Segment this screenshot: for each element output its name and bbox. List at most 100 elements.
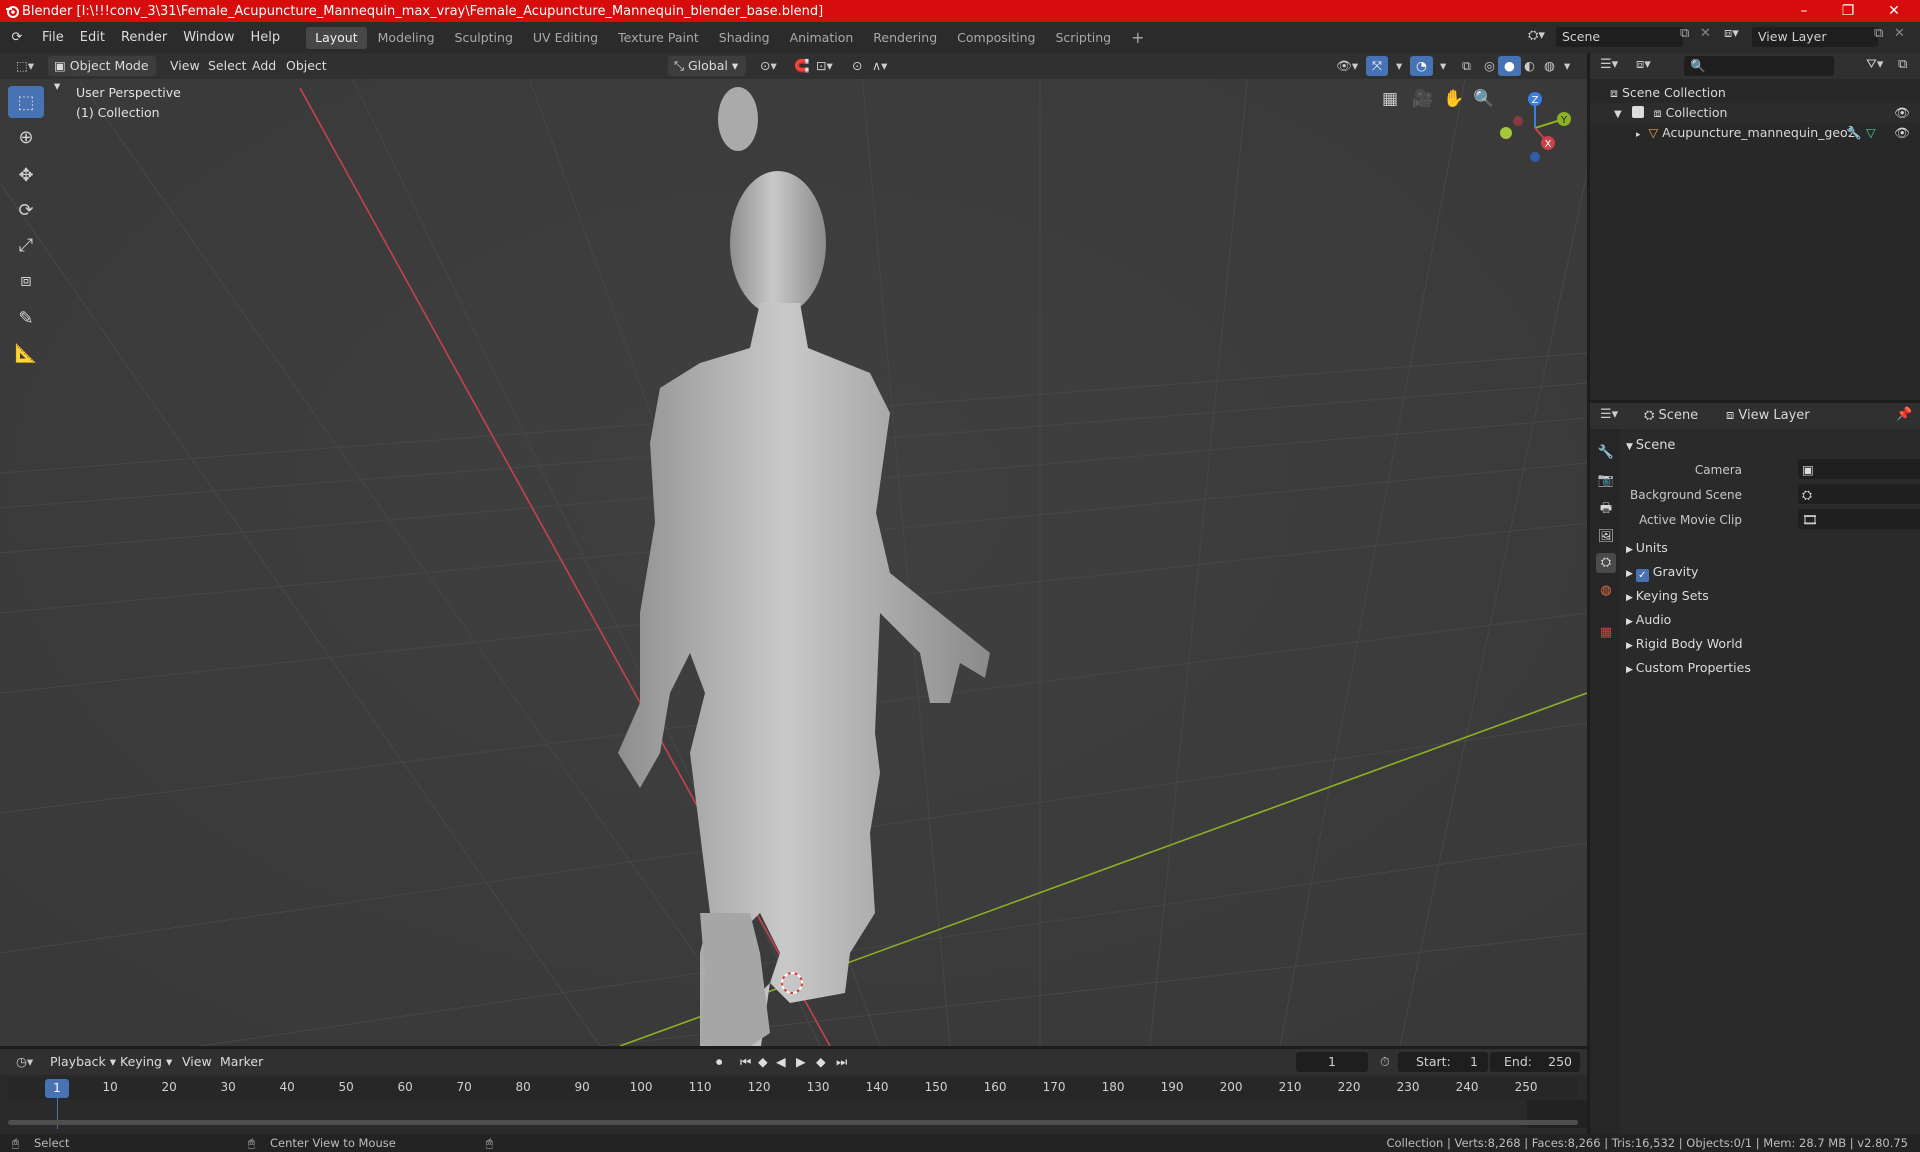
tab-compositing[interactable]: Compositing bbox=[948, 27, 1044, 49]
background-scene-field[interactable]: ⛭ bbox=[1798, 484, 1920, 504]
play-reverse-icon[interactable]: ◀ bbox=[770, 1052, 792, 1072]
cursor-tool-icon[interactable]: ⊕ bbox=[8, 121, 44, 153]
delete-view-layer-icon[interactable]: ✕ bbox=[1894, 26, 1905, 41]
shading-dropdown-icon[interactable]: ▾ bbox=[1558, 56, 1576, 76]
rigid-body-world-subpanel[interactable]: ▶ Rigid Body World bbox=[1620, 633, 1910, 655]
custom-properties-subpanel[interactable]: ▶ Custom Properties bbox=[1620, 657, 1910, 679]
scale-tool-icon[interactable]: ⤢ bbox=[8, 229, 44, 261]
timeline-scrollbar[interactable] bbox=[8, 1120, 1578, 1125]
menu-file[interactable]: File bbox=[34, 22, 72, 53]
new-view-layer-icon[interactable]: ⧉ bbox=[1874, 26, 1883, 41]
tab-uv-editing[interactable]: UV Editing bbox=[524, 27, 607, 49]
minimize-button[interactable]: – bbox=[1782, 0, 1826, 22]
visibility-selectability-icon[interactable]: 👁▾ bbox=[1330, 56, 1364, 76]
menu-help[interactable]: Help bbox=[243, 22, 289, 53]
tool-settings-tab-icon[interactable]: 🔧 bbox=[1596, 443, 1616, 463]
measure-tool-icon[interactable]: 📐 bbox=[8, 337, 44, 369]
pan-view-icon[interactable]: ✋ bbox=[1443, 89, 1464, 109]
blender-menu-icon[interactable]: ⟳ bbox=[0, 30, 34, 45]
tab-sculpting[interactable]: Sculpting bbox=[446, 27, 522, 49]
scene-panel-header[interactable]: ▼ Scene bbox=[1620, 435, 1910, 457]
navigation-gizmo[interactable]: Z Y X bbox=[1490, 83, 1580, 173]
jump-next-keyframe-icon[interactable]: ◆ bbox=[810, 1052, 832, 1072]
select-box-tool-icon[interactable]: ⬚ bbox=[8, 86, 44, 118]
overlays-dropdown-icon[interactable]: ▾ bbox=[1434, 56, 1452, 76]
menu-playback[interactable]: Playback ▾ bbox=[44, 1052, 122, 1072]
overlays-toggle-icon[interactable]: ◔ bbox=[1410, 56, 1433, 76]
current-frame-field[interactable]: 1 bbox=[1296, 1052, 1368, 1072]
timeline-editor-type-icon[interactable]: ◷▾ bbox=[10, 1052, 39, 1072]
view-layer-field[interactable]: View Layer bbox=[1752, 27, 1878, 47]
outliner-row-collection[interactable]: ▼ ⧈ Collection 👁 bbox=[1590, 103, 1920, 123]
outliner-editor-type-icon[interactable]: ☰▾ bbox=[1600, 57, 1618, 72]
scene-selector-icon[interactable]: ⛭▾ bbox=[1528, 28, 1545, 43]
camera-field[interactable]: ▣✒ bbox=[1798, 459, 1920, 479]
pin-icon[interactable]: 📌 bbox=[1896, 407, 1912, 422]
tab-layout[interactable]: Layout bbox=[306, 26, 367, 49]
maximize-button[interactable]: ❐ bbox=[1826, 0, 1870, 22]
mesh-data-icon[interactable]: ▽ bbox=[1866, 123, 1876, 143]
transform-orientation-dropdown[interactable]: ⤡ Global ▾ bbox=[668, 56, 746, 76]
audio-subpanel[interactable]: ▶ Audio bbox=[1620, 609, 1910, 631]
menu-render[interactable]: Render bbox=[113, 22, 175, 53]
view-layer-selector-icon[interactable]: ⧈▾ bbox=[1724, 26, 1739, 41]
texture-tab-icon[interactable]: ▦ bbox=[1596, 623, 1616, 643]
object-mode-dropdown[interactable]: ▣ Object Mode ▾ bbox=[48, 56, 156, 93]
collection-visibility-eye-icon[interactable]: 👁 bbox=[1894, 103, 1910, 123]
gravity-checkbox[interactable]: ✓ bbox=[1635, 569, 1649, 582]
view-layer-tab-icon[interactable]: 🖼 bbox=[1596, 527, 1616, 547]
gizmo-toggle-icon[interactable]: ⤧ bbox=[1366, 56, 1389, 76]
start-frame-field[interactable]: Start: 1 bbox=[1398, 1052, 1488, 1072]
preview-range-icon[interactable]: ⏱ bbox=[1374, 1052, 1396, 1072]
keying-sets-subpanel[interactable]: ▶ Keying Sets bbox=[1620, 585, 1910, 607]
gizmo-neg-y-icon[interactable] bbox=[1500, 127, 1512, 139]
close-window-button[interactable]: ✕ bbox=[1872, 0, 1916, 22]
falloff-icon[interactable]: ∧▾ bbox=[866, 56, 893, 76]
display-mode-icon[interactable]: ⧈▾ bbox=[1636, 57, 1651, 72]
jump-end-icon[interactable]: ⏭ bbox=[830, 1052, 853, 1072]
tab-animation[interactable]: Animation bbox=[781, 27, 863, 49]
3d-viewport[interactable]: ⬚ ▾ ▣ Object Mode ▾ View Select Add Objec… bbox=[0, 53, 1587, 1046]
menu-add[interactable]: Add bbox=[246, 56, 282, 76]
menu-object[interactable]: Object bbox=[280, 56, 333, 76]
add-workspace-icon[interactable]: + bbox=[1122, 27, 1153, 49]
menu-select[interactable]: Select bbox=[202, 56, 253, 76]
render-tab-icon[interactable]: 📷 bbox=[1596, 471, 1616, 491]
gizmo-neg-x-icon[interactable] bbox=[1513, 116, 1523, 126]
tab-scene-breadcrumb[interactable]: ⛭ Scene bbox=[1644, 408, 1698, 423]
menu-window[interactable]: Window bbox=[175, 22, 242, 53]
menu-keying[interactable]: Keying ▾ bbox=[114, 1052, 178, 1072]
tab-texture-paint[interactable]: Texture Paint bbox=[609, 27, 708, 49]
play-icon[interactable]: ▶ bbox=[790, 1052, 812, 1072]
object-visibility-eye-icon[interactable]: 👁 bbox=[1894, 123, 1910, 143]
gizmo-neg-z-icon[interactable] bbox=[1530, 152, 1540, 162]
gravity-subpanel[interactable]: ▶ ✓ Gravity bbox=[1620, 561, 1910, 583]
output-tab-icon[interactable]: 🖶 bbox=[1596, 499, 1616, 519]
tab-modeling[interactable]: Modeling bbox=[369, 27, 444, 49]
tab-rendering[interactable]: Rendering bbox=[864, 27, 946, 49]
transform-tool-icon[interactable]: ⧈ bbox=[8, 264, 44, 296]
annotate-tool-icon[interactable]: ✎ bbox=[8, 302, 44, 334]
camera-view-icon[interactable]: 🎥 bbox=[1412, 89, 1433, 109]
outliner-row-scene-collection[interactable]: ⧈ Scene Collection bbox=[1590, 83, 1920, 103]
playhead-frame-indicator[interactable]: 1 bbox=[45, 1079, 69, 1098]
collapse-arrow-icon[interactable]: ▸ bbox=[1636, 130, 1641, 140]
scene-tab-icon[interactable]: ⛭ bbox=[1596, 553, 1616, 573]
properties-editor-type-icon[interactable]: ☰▾ bbox=[1600, 407, 1618, 422]
xray-toggle-icon[interactable]: ⧉ bbox=[1456, 56, 1477, 76]
delete-scene-icon[interactable]: ✕ bbox=[1700, 26, 1711, 41]
menu-timeline-view[interactable]: View bbox=[176, 1052, 218, 1072]
menu-view[interactable]: View bbox=[164, 56, 206, 76]
new-collection-icon[interactable]: ⧉ bbox=[1898, 57, 1907, 72]
move-tool-icon[interactable]: ✥ bbox=[8, 159, 44, 191]
tab-scripting[interactable]: Scripting bbox=[1047, 27, 1121, 49]
expand-arrow-icon[interactable]: ▼ bbox=[1614, 109, 1622, 120]
units-subpanel[interactable]: ▶ Units bbox=[1620, 537, 1910, 559]
modifier-wrench-icon[interactable]: 🔧 bbox=[1846, 123, 1862, 143]
pivot-point-icon[interactable]: ⊙▾ bbox=[754, 56, 783, 76]
menu-edit[interactable]: Edit bbox=[72, 22, 113, 53]
scene-field[interactable]: Scene bbox=[1556, 27, 1683, 47]
menu-marker[interactable]: Marker bbox=[214, 1052, 269, 1072]
outliner-search-input[interactable]: 🔍 bbox=[1684, 56, 1834, 76]
toggle-ortho-icon[interactable]: ▦ bbox=[1382, 89, 1398, 109]
